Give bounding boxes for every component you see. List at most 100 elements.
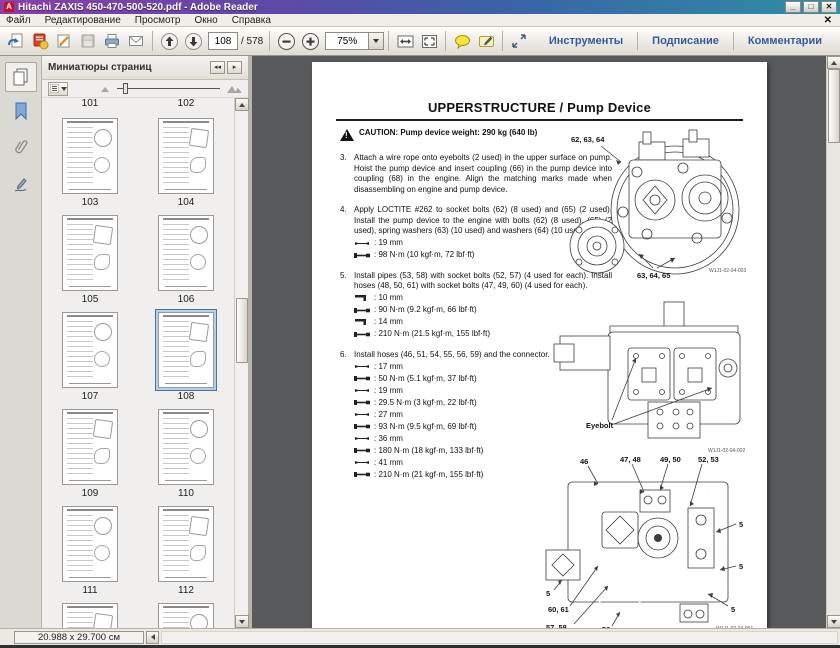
scroll-up-button[interactable] (235, 98, 249, 111)
zoom-level-value[interactable]: 75% (325, 32, 370, 50)
zoom-level-text: 75% (337, 35, 358, 47)
thumbnail-label[interactable]: 102 (138, 98, 234, 112)
sign-link[interactable]: Подписание (638, 35, 733, 47)
thumbnail-label: 107 (81, 391, 99, 402)
horizontal-scrollbar[interactable] (161, 630, 838, 644)
page-total-label: / 578 (241, 35, 264, 47)
hex-key-icon (355, 295, 366, 302)
menu-view[interactable]: Просмотр (135, 15, 181, 26)
scrollbar-thumb[interactable] (828, 69, 840, 143)
spec-text: : 180 N·m (18 kgf·m, 133 lbf·ft) (374, 445, 484, 455)
step-number: 3. (340, 153, 347, 162)
print-icon (105, 34, 119, 48)
scroll-up-icon (239, 102, 245, 107)
fullscreen-button[interactable] (507, 29, 531, 53)
spec-text: : 210 N·m (21.5 kgf·m, 155 lbf·ft) (374, 329, 491, 338)
torque-wrench-icon (354, 400, 370, 406)
zoom-out-button[interactable] (274, 29, 298, 53)
thumbnail-page-109[interactable]: 109 (42, 406, 138, 500)
thumbnail-page-112[interactable]: 112 (138, 503, 234, 597)
document-pane[interactable]: UPPERSTRUCTURE / Pump Device CAUTION: Pu… (252, 56, 840, 628)
thumbnail-page-103[interactable]: 103 (42, 115, 138, 209)
signatures-tab[interactable] (5, 170, 37, 200)
attachments-tab[interactable] (5, 132, 37, 162)
menu-window[interactable]: Окно (194, 15, 217, 26)
title-bar: A Hitachi ZAXIS 450-470-500-520.pdf - Ad… (0, 0, 840, 14)
thumbnail-page-110[interactable]: 110 (138, 406, 234, 500)
tools-link[interactable]: Инструменты (535, 35, 637, 47)
zoom-dropdown-button[interactable] (369, 32, 385, 50)
comment-button[interactable] (450, 29, 474, 53)
thumbnail-label: 103 (81, 197, 99, 208)
thumbnail-options-button[interactable] (48, 81, 69, 96)
bookmarks-tab[interactable] (5, 96, 37, 126)
thumbnail-page-105[interactable]: 105 (42, 212, 138, 306)
thumbnails-scrollbar[interactable] (234, 98, 249, 628)
thumbnail-page-106[interactable]: 106 (138, 212, 234, 306)
close-button[interactable]: ✕ (821, 1, 837, 13)
chevron-down-icon (60, 86, 67, 91)
warning-triangle-icon (340, 129, 354, 142)
slider-handle[interactable] (123, 83, 129, 94)
thumbnail-page-114[interactable] (138, 600, 234, 628)
status-bar: 20.988 x 29.700 см (0, 628, 840, 645)
scroll-down-icon (831, 619, 837, 624)
wrench-icon (355, 413, 369, 417)
maximize-button[interactable]: □ (803, 1, 819, 13)
thumbnail-page-104[interactable]: 104 (138, 115, 234, 209)
spec-text: : 50 N·m (5.1 kgf·m, 37 lbf·ft) (374, 373, 477, 383)
figure-id: W1J1-02-04-003 (709, 268, 746, 274)
thumbnail-page-107[interactable]: 107 (42, 309, 138, 403)
scroll-down-button[interactable] (235, 615, 249, 628)
comments-link[interactable]: Комментарии (734, 35, 836, 47)
step-number: 6. (340, 349, 347, 359)
scroll-down-button[interactable] (827, 615, 840, 628)
create-pdf-button[interactable] (28, 29, 52, 53)
thumbnail-page-113[interactable] (42, 600, 138, 628)
save-button[interactable] (76, 29, 100, 53)
menu-edit[interactable]: Редактирование (45, 15, 121, 26)
figure-hoses-pipes: 46 47, 48 49, 50 52, 53 5 5 5 5 60, 61 5… (540, 454, 768, 628)
expand-arrows-icon (512, 34, 526, 48)
scroll-up-button[interactable] (827, 56, 840, 69)
page-number-input[interactable] (208, 32, 238, 50)
sign-button[interactable] (474, 29, 498, 53)
spec-text: : 210 N·m (21 kgf·m, 155 lbf·ft) (374, 469, 484, 479)
wrench-icon (355, 241, 369, 245)
thumbnails-panel-header: Миниатюры страниц ◂◂ ▸ (42, 56, 248, 80)
close-document-icon[interactable]: ✕ (824, 15, 834, 26)
collapse-panel-button[interactable]: ◂◂ (210, 61, 225, 74)
scroll-up-icon (831, 60, 837, 65)
thumbnail-label: 108 (177, 391, 195, 402)
print-button[interactable] (100, 29, 124, 53)
zoom-in-button[interactable] (298, 29, 322, 53)
fit-page-button[interactable] (417, 29, 441, 53)
thumbnail-label[interactable]: 101 (42, 98, 138, 112)
window-title: Hitachi ZAXIS 450-470-500-520.pdf - Adob… (18, 1, 258, 13)
paperclip-icon (15, 140, 28, 154)
document-scrollbar[interactable] (826, 56, 840, 628)
edit-button[interactable] (52, 29, 76, 53)
fit-width-button[interactable] (393, 29, 417, 53)
scrollbar-thumb[interactable] (236, 298, 248, 363)
page-thumbnails-tab[interactable] (5, 62, 37, 92)
thumbnail-page-108-selected[interactable]: 108 (138, 309, 234, 403)
open-file-button[interactable] (4, 29, 28, 53)
wrench-icon (355, 437, 369, 441)
spec-text: : 17 mm (374, 361, 403, 371)
panel-menu-button[interactable]: ▸ (227, 61, 242, 74)
signature-pen-icon (14, 178, 27, 192)
adobe-reader-icon: A (4, 2, 14, 12)
minimize-button[interactable]: _ (785, 1, 801, 13)
email-button[interactable] (124, 29, 148, 53)
next-page-button[interactable] (181, 29, 205, 53)
menu-file[interactable]: Файл (6, 15, 31, 26)
thumbnail-page-111[interactable]: 111 (42, 503, 138, 597)
figure-callout: Eyebolt (586, 421, 614, 430)
figure-pump-rear-view: 62, 63, 64 63, 64, 65 W1J1-02-04-003 (557, 122, 762, 294)
menu-help[interactable]: Справка (232, 15, 271, 26)
thumbnail-list[interactable]: 101 102 103 104 105 106 107 108 109 110 … (42, 98, 234, 628)
scroll-left-button[interactable] (146, 630, 159, 644)
thumbnail-size-slider[interactable] (117, 83, 221, 94)
previous-page-button[interactable] (157, 29, 181, 53)
